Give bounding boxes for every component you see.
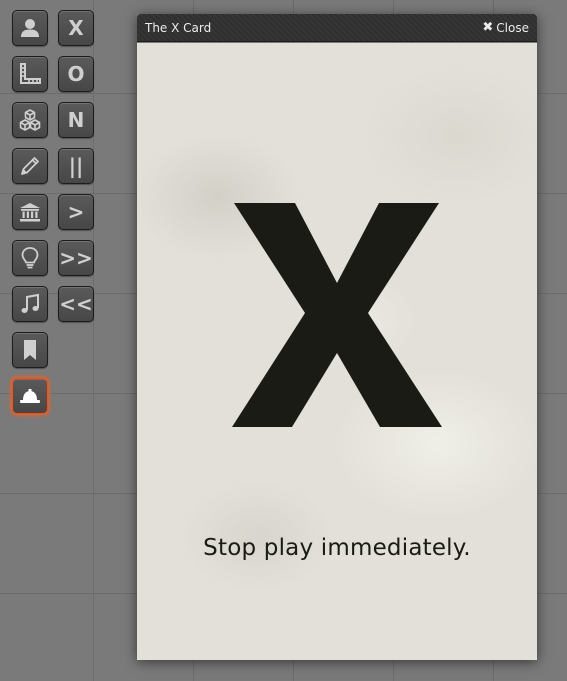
notes-tool-button[interactable] (12, 332, 48, 368)
close-icon: ✖ (482, 20, 494, 35)
macro-button-o[interactable]: O (58, 56, 94, 92)
hard-hat-icon (20, 389, 40, 403)
macro-button-pause[interactable]: || (58, 148, 94, 184)
macro-button-x[interactable]: X (58, 10, 94, 46)
x-card-symbol (232, 203, 442, 427)
bank-icon (20, 203, 40, 222)
measure-tool-button[interactable] (12, 56, 48, 92)
music-tool-button[interactable] (12, 286, 48, 322)
macro-button-play[interactable]: > (58, 194, 94, 230)
tables-tool-button[interactable] (12, 194, 48, 230)
macro-button-fast-forward[interactable]: >> (58, 240, 94, 276)
person-icon (21, 19, 39, 37)
macro-label: >> (59, 246, 93, 270)
bookmark-icon (24, 340, 36, 360)
character-tool-button[interactable] (12, 10, 48, 46)
close-label: Close (496, 20, 529, 35)
macro-button-rewind[interactable]: << (58, 286, 94, 322)
macro-label: O (67, 62, 85, 86)
macro-label: || (68, 154, 84, 178)
macro-label: << (59, 292, 93, 316)
drawing-tool-button[interactable] (12, 148, 48, 184)
dialog-title: The X Card (145, 20, 212, 35)
x-card-body: Stop play immediately. (137, 43, 537, 660)
ruler-icon (20, 63, 41, 84)
lightbulb-icon (21, 247, 39, 269)
components-tool-button[interactable] (12, 102, 48, 138)
dialog-titlebar[interactable]: The X Card ✖ Close (137, 14, 537, 42)
pencil-icon (21, 157, 39, 175)
macro-label: X (68, 16, 84, 40)
close-button[interactable]: ✖ Close (482, 21, 529, 35)
macro-button-n[interactable]: N (58, 102, 94, 138)
x-card-caption: Stop play immediately. (203, 535, 471, 561)
cubes-icon (19, 109, 41, 131)
macro-label: > (67, 200, 85, 224)
lighting-tool-button[interactable] (12, 240, 48, 276)
music-note-icon (21, 293, 39, 313)
safety-tool-button[interactable] (12, 378, 48, 414)
macro-label: N (67, 108, 85, 132)
x-card-dialog: The X Card ✖ Close Stop play immediately… (137, 14, 537, 660)
